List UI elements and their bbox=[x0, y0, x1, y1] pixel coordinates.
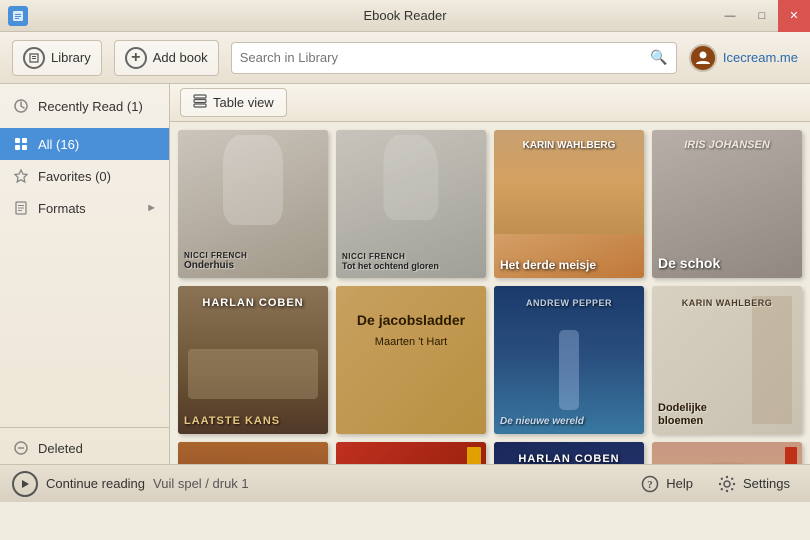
book-cover: HARLAN COBEN bbox=[494, 442, 644, 464]
all-label: All (16) bbox=[38, 137, 79, 152]
svg-text:?: ? bbox=[648, 479, 654, 491]
list-item[interactable]: Nicci French Onderhuis bbox=[178, 130, 328, 278]
user-label: Icecream.me bbox=[723, 50, 798, 65]
book-cover bbox=[652, 442, 802, 464]
add-book-button[interactable]: + Add book bbox=[114, 40, 219, 76]
book-author-top: HARLAN COBEN bbox=[184, 294, 322, 309]
book-info: Het derde meisje bbox=[494, 252, 644, 278]
library-label: Library bbox=[51, 50, 91, 65]
book-content[interactable]: Nicci French Onderhuis Nicci French Tot … bbox=[170, 122, 810, 464]
add-icon: + bbox=[125, 47, 147, 69]
avatar bbox=[689, 44, 717, 72]
formats-label: Formats bbox=[38, 201, 86, 216]
sidebar-item-deleted[interactable]: Deleted bbox=[0, 432, 169, 464]
library-icon bbox=[23, 47, 45, 69]
book-cover: Nicci French Tot het ochtend gloren bbox=[336, 130, 486, 278]
list-item[interactable]: KARIN WAHLBERG Het derde meisje bbox=[494, 130, 644, 278]
settings-button[interactable]: Settings bbox=[709, 470, 798, 498]
statusbar: Continue reading Vuil spel / druk 1 ? He… bbox=[0, 464, 810, 502]
book-cover: KARIN WAHLBERG Dodelijkebloemen bbox=[652, 286, 802, 434]
sidebar-item-formats[interactable]: Formats ► bbox=[0, 192, 169, 224]
list-item[interactable] bbox=[336, 442, 486, 464]
add-book-label: Add book bbox=[153, 50, 208, 65]
book-info: Dodelijkebloemen bbox=[652, 396, 802, 434]
book-cover: ANDREW PEPPER De nieuwe wereld bbox=[494, 286, 644, 434]
book-info: De nieuwe wereld bbox=[494, 410, 644, 434]
list-item[interactable]: De jacobsladder Maarten 't Hart bbox=[336, 286, 486, 434]
book-cover: IRIS JOHANSEN De schok bbox=[652, 130, 802, 278]
sidebar-recently-read-section: Recently Read (1) bbox=[0, 84, 169, 128]
continue-reading-label: Continue reading bbox=[46, 476, 145, 491]
main-area: Recently Read (1) All (16) Favorites (0)… bbox=[0, 84, 810, 464]
app-icon bbox=[8, 6, 28, 26]
titlebar: Ebook Reader — □ ✕ bbox=[0, 0, 810, 32]
list-item[interactable]: HARLAN COBEN bbox=[494, 442, 644, 464]
sidebar-divider bbox=[0, 427, 169, 428]
toolbar: Library + Add book 🔍 Icecream.me bbox=[0, 32, 810, 84]
help-label: Help bbox=[666, 476, 693, 491]
formats-icon bbox=[12, 199, 30, 217]
table-view-label: Table view bbox=[213, 95, 274, 110]
deleted-icon bbox=[12, 439, 30, 457]
maximize-button[interactable]: □ bbox=[746, 0, 778, 32]
play-button[interactable] bbox=[12, 471, 38, 497]
current-book-title: Vuil spel / druk 1 bbox=[153, 476, 249, 491]
help-button[interactable]: ? Help bbox=[632, 470, 701, 498]
book-cover bbox=[336, 442, 486, 464]
book-info: Nicci French Tot het ochtend gloren bbox=[336, 246, 486, 278]
deleted-label: Deleted bbox=[38, 441, 83, 456]
minimize-button[interactable]: — bbox=[714, 0, 746, 32]
book-cover: KARIN WAHLBERG Het derde meisje bbox=[494, 130, 644, 278]
favorites-label: Favorites (0) bbox=[38, 169, 111, 184]
list-item[interactable]: Nicci French Tot het ochtend gloren bbox=[336, 130, 486, 278]
app-title: Ebook Reader bbox=[363, 8, 446, 23]
table-view-icon bbox=[193, 94, 207, 111]
search-area: 🔍 bbox=[231, 42, 677, 74]
all-icon bbox=[12, 135, 30, 153]
list-item[interactable]: KARIN WAHLBERG Dodelijkebloemen bbox=[652, 286, 802, 434]
sidebar-item-all[interactable]: All (16) bbox=[0, 128, 169, 160]
search-icon: 🔍 bbox=[650, 49, 667, 66]
favorites-icon bbox=[12, 167, 30, 185]
sidebar-spacer bbox=[0, 224, 169, 423]
book-author-top: KARIN WAHLBERG bbox=[658, 294, 796, 309]
book-grid: Nicci French Onderhuis Nicci French Tot … bbox=[178, 130, 802, 464]
view-bar: Table view bbox=[170, 84, 810, 122]
book-author-top: ANDREW PEPPER bbox=[500, 294, 638, 309]
formats-chevron: ► bbox=[146, 202, 157, 214]
sidebar-item-recently-read[interactable]: Recently Read (1) bbox=[0, 90, 169, 122]
book-cover: De Vijftig tinten trilogie bbox=[178, 442, 328, 464]
list-item[interactable]: ANDREW PEPPER De nieuwe wereld bbox=[494, 286, 644, 434]
settings-label: Settings bbox=[743, 476, 790, 491]
content-wrapper: Table view Nicci French Onderhuis bbox=[170, 84, 810, 464]
settings-icon bbox=[717, 474, 737, 494]
window-controls: — □ ✕ bbox=[714, 0, 810, 32]
list-item[interactable]: De Vijftig tinten trilogie bbox=[178, 442, 328, 464]
sidebar: Recently Read (1) All (16) Favorites (0)… bbox=[0, 84, 170, 464]
book-info: LAATSTE KANS bbox=[178, 409, 328, 434]
book-author-top: HARLAN COBEN bbox=[500, 450, 638, 464]
recently-read-label: Recently Read (1) bbox=[38, 99, 143, 114]
list-item[interactable] bbox=[652, 442, 802, 464]
book-cover: De jacobsladder Maarten 't Hart bbox=[336, 286, 486, 434]
book-author-top: KARIN WAHLBERG bbox=[500, 136, 638, 151]
user-button[interactable]: Icecream.me bbox=[689, 44, 798, 72]
help-icon: ? bbox=[640, 474, 660, 494]
close-button[interactable]: ✕ bbox=[778, 0, 810, 32]
book-info: De jacobsladder Maarten 't Hart bbox=[344, 312, 479, 348]
recently-read-icon bbox=[12, 97, 30, 115]
book-cover: HARLAN COBEN LAATSTE KANS bbox=[178, 286, 328, 434]
book-info: Nicci French Onderhuis bbox=[178, 245, 328, 278]
list-item[interactable]: HARLAN COBEN LAATSTE KANS bbox=[178, 286, 328, 434]
book-cover: Nicci French Onderhuis bbox=[178, 130, 328, 278]
table-view-tab[interactable]: Table view bbox=[180, 88, 287, 117]
library-button[interactable]: Library bbox=[12, 40, 102, 76]
search-input[interactable] bbox=[240, 50, 651, 65]
book-info: De schok bbox=[652, 249, 802, 278]
book-author-top: IRIS JOHANSEN bbox=[658, 136, 796, 151]
sidebar-item-favorites[interactable]: Favorites (0) bbox=[0, 160, 169, 192]
list-item[interactable]: IRIS JOHANSEN De schok bbox=[652, 130, 802, 278]
